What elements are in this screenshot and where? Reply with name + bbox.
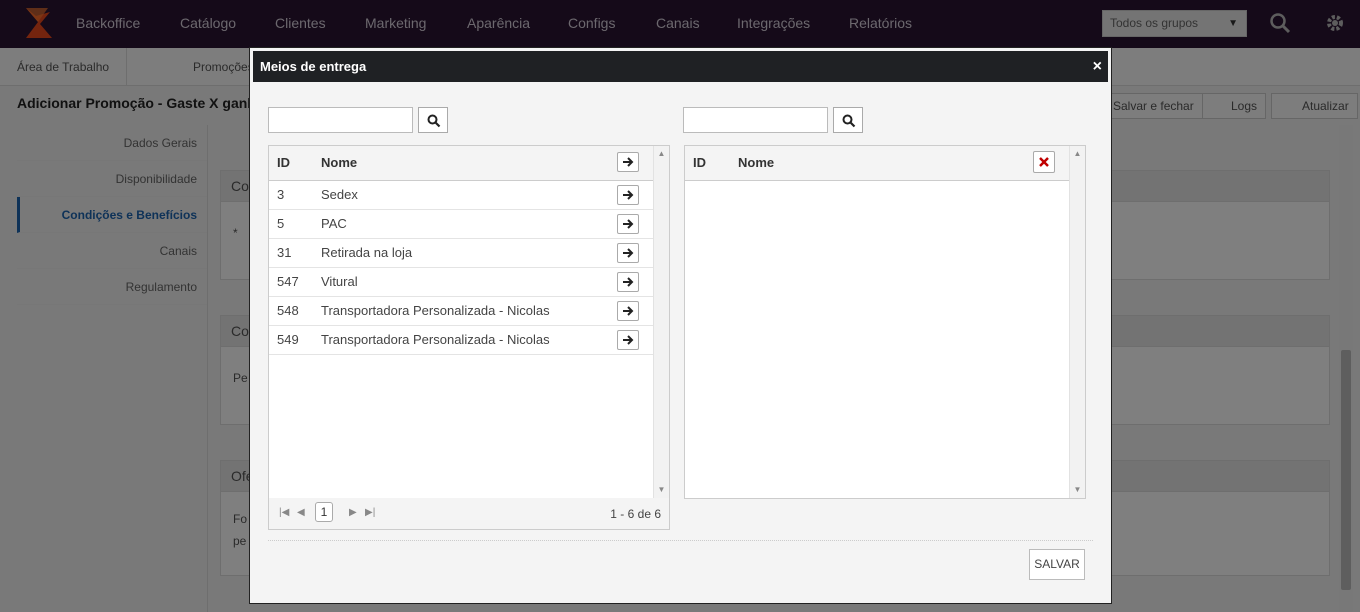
column-header-id[interactable]: ID bbox=[277, 146, 290, 180]
selected-methods-grid: ID Nome ▲ ▼ bbox=[684, 145, 1086, 499]
column-header-name[interactable]: Nome bbox=[738, 146, 774, 180]
cell-name: PAC bbox=[321, 216, 347, 231]
table-row[interactable]: 5 PAC bbox=[269, 210, 653, 239]
pager: |◀ ◀ 1 ▶ ▶| 1 - 6 de 6 bbox=[268, 498, 670, 530]
arrow-right-icon bbox=[623, 306, 634, 316]
grid-scrollbar[interactable]: ▲ ▼ bbox=[1069, 146, 1085, 498]
remove-all-button[interactable] bbox=[1033, 151, 1055, 173]
modal-title: Meios de entrega bbox=[260, 59, 367, 74]
cell-name: Transportadora Personalizada - Nicolas bbox=[321, 303, 550, 318]
arrow-right-icon bbox=[623, 219, 634, 229]
arrow-right-icon bbox=[623, 335, 634, 345]
add-item-button[interactable] bbox=[617, 330, 639, 350]
close-icon[interactable]: × bbox=[1093, 51, 1102, 82]
first-page-icon[interactable]: |◀ bbox=[279, 507, 289, 518]
available-search-input[interactable] bbox=[268, 107, 413, 133]
add-item-button[interactable] bbox=[617, 243, 639, 263]
scroll-down-icon[interactable]: ▼ bbox=[1070, 484, 1085, 496]
prev-page-icon[interactable]: ◀ bbox=[297, 507, 305, 518]
modal-divider bbox=[268, 540, 1093, 541]
save-button[interactable]: SALVAR bbox=[1029, 549, 1085, 580]
add-item-button[interactable] bbox=[617, 272, 639, 292]
table-row[interactable]: 31 Retirada na loja bbox=[269, 239, 653, 268]
cell-id: 5 bbox=[277, 216, 285, 231]
last-page-icon[interactable]: ▶| bbox=[365, 507, 375, 518]
search-icon bbox=[842, 114, 856, 128]
grid-header: ID Nome bbox=[685, 146, 1069, 181]
table-row[interactable]: 3 Sedex bbox=[269, 181, 653, 210]
add-item-button[interactable] bbox=[617, 214, 639, 234]
table-row[interactable]: 547 Vitural bbox=[269, 268, 653, 297]
arrow-right-icon bbox=[623, 157, 634, 167]
close-icon bbox=[1039, 157, 1049, 167]
next-page-icon[interactable]: ▶ bbox=[349, 507, 357, 518]
selected-search-button[interactable] bbox=[833, 107, 863, 133]
available-methods-grid: ID Nome 3 Sedex 5 PAC 31 Retirada na loja 547 V… bbox=[268, 145, 670, 499]
search-icon bbox=[427, 114, 441, 128]
scroll-up-icon[interactable]: ▲ bbox=[1070, 148, 1085, 160]
add-item-button[interactable] bbox=[617, 301, 639, 321]
cell-id: 548 bbox=[277, 303, 299, 318]
arrow-right-icon bbox=[623, 190, 634, 200]
table-row[interactable]: 549 Transportadora Personalizada - Nicola… bbox=[269, 326, 653, 355]
cell-id: 31 bbox=[277, 245, 292, 260]
scroll-up-icon[interactable]: ▲ bbox=[654, 148, 669, 160]
scroll-down-icon[interactable]: ▼ bbox=[654, 484, 669, 496]
modal-header: Meios de entrega × bbox=[253, 51, 1108, 82]
cell-id: 549 bbox=[277, 332, 299, 347]
current-page[interactable]: 1 bbox=[315, 502, 333, 522]
available-search-button[interactable] bbox=[418, 107, 448, 133]
table-row[interactable]: 548 Transportadora Personalizada - Nicola… bbox=[269, 297, 653, 326]
cell-name: Retirada na loja bbox=[321, 245, 413, 260]
add-item-button[interactable] bbox=[617, 185, 639, 205]
arrow-right-icon bbox=[623, 248, 634, 258]
add-all-button[interactable] bbox=[617, 152, 639, 172]
cell-id: 3 bbox=[277, 187, 285, 202]
cell-name: Sedex bbox=[321, 187, 358, 202]
column-header-id[interactable]: ID bbox=[693, 146, 706, 180]
grid-scrollbar[interactable]: ▲ ▼ bbox=[653, 146, 669, 498]
cell-name: Transportadora Personalizada - Nicolas bbox=[321, 332, 550, 347]
grid-header: ID Nome bbox=[269, 146, 653, 181]
pager-info: 1 - 6 de 6 bbox=[610, 507, 661, 521]
cell-id: 547 bbox=[277, 274, 299, 289]
grid-rows: 3 Sedex 5 PAC 31 Retirada na loja 547 Vitural 54… bbox=[269, 181, 653, 355]
cell-name: Vitural bbox=[321, 274, 358, 289]
arrow-right-icon bbox=[623, 277, 634, 287]
column-header-name[interactable]: Nome bbox=[321, 146, 357, 180]
selected-search-input[interactable] bbox=[683, 107, 828, 133]
